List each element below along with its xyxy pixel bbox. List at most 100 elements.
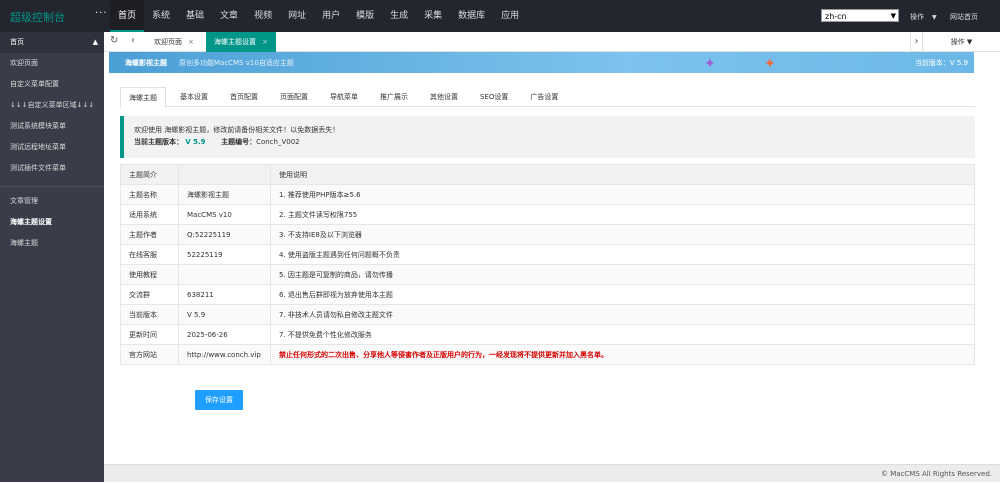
tab-operate-menu[interactable]: 操作 ▼ [922, 32, 1000, 52]
nav-item-generate[interactable]: 生成 [382, 0, 416, 32]
tab-home-config[interactable]: 首页配置 [222, 87, 266, 106]
tab-conch-theme[interactable]: 海螺主题 [120, 87, 166, 108]
sidebar-item-test-plugin[interactable]: 测试插件文件菜单 [0, 158, 104, 179]
sidebar-divider [0, 179, 104, 187]
table-row: 更新时间 2025-06-26 7. 不提供免费个性化修改服务 [120, 324, 975, 345]
nav-item-app[interactable]: 应用 [493, 0, 527, 32]
row-value: 2025-06-26 [178, 324, 271, 345]
row-label: 适用系统 [120, 204, 179, 225]
row-label: 当前版本 [120, 304, 179, 325]
sidebar: 首页 ▲ 欢迎页面 自定义菜单配置 ↓↓↓自定义菜单区域↓↓↓ 测试系统模块菜单… [0, 32, 104, 482]
close-icon[interactable]: × [262, 38, 268, 46]
chevron-right-icon[interactable]: › [910, 32, 922, 52]
sidebar-item-custom-menu[interactable]: 自定义菜单配置 [0, 74, 104, 95]
nav-item-collect[interactable]: 采集 [416, 0, 450, 32]
tab-theme-label: 海螺主题设置 [214, 38, 256, 46]
save-button[interactable]: 保存设置 [195, 390, 243, 410]
banner-subtitle: 原创多功能MacCMS v10自适应主题 [179, 59, 294, 67]
table-row: 官方网站 http://www.conch.vip 禁止任何形式的二次出售、分享他人… [120, 344, 975, 365]
tab-welcome-label: 欢迎页面 [154, 38, 182, 46]
row-note: 3. 不支持IE8及以下浏览器 [270, 224, 975, 245]
row-note: 7. 非技术人员请勿私自修改主题文件 [270, 304, 975, 325]
page-tab-bar: ↻ ‹ 欢迎页面 × 海螺主题设置 × › 操作 ▼ [104, 32, 1000, 52]
nav-item-template[interactable]: 模版 [348, 0, 382, 32]
row-label: 主题名称 [120, 184, 179, 205]
close-icon[interactable]: × [188, 38, 194, 46]
row-value: 海螺影视主题 [178, 184, 271, 205]
nav-item-user[interactable]: 用户 [314, 0, 348, 32]
row-label: 主题作者 [120, 224, 179, 245]
language-select[interactable]: zh-cn ▼ [821, 9, 899, 22]
sidebar-item-welcome[interactable]: 欢迎页面 [0, 53, 104, 74]
site-home-link[interactable]: 网站首页 [950, 12, 978, 22]
tab-theme-settings[interactable]: 海螺主题设置 × [206, 32, 276, 52]
header-blank [178, 164, 271, 185]
sidebar-item-theme-settings[interactable]: 海螺主题设置 [0, 212, 104, 233]
tab-page-config[interactable]: 页面配置 [272, 87, 316, 106]
tab-nav-menu[interactable]: 导航菜单 [322, 87, 366, 106]
app-logo[interactable]: 超级控制台 [10, 9, 65, 25]
chevron-left-icon[interactable]: ‹ [131, 35, 135, 46]
row-label: 交流群 [120, 284, 179, 305]
tab-promotion[interactable]: 推广展示 [372, 87, 416, 106]
sidebar-head-label: 首页 [10, 38, 24, 46]
table-header-row: 主题简介 使用说明 [120, 164, 975, 185]
tab-welcome[interactable]: 欢迎页面 × [146, 32, 202, 52]
table-row: 适用系统 MacCMS v10 2. 主题文件读写权限755 [120, 204, 975, 225]
row-value: MacCMS v10 [178, 204, 271, 225]
official-site-link[interactable]: http://www.conch.vip [178, 344, 271, 365]
row-label: 在线客服 [120, 244, 179, 265]
theme-info-table: 主题简介 使用说明 主题名称 海螺影视主题 1. 推荐使用PHP版本≥5.6 适用系… [120, 164, 975, 365]
menu-toggle-icon[interactable]: ··· [95, 8, 108, 19]
row-value: Q:52225119 [178, 224, 271, 245]
row-label: 官方网站 [120, 344, 179, 365]
row-label: 更新时间 [120, 324, 179, 345]
sidebar-head[interactable]: 首页 ▲ [0, 32, 104, 53]
theme-banner: 海螺影视主题 原创多功能MacCMS v10自适应主题 ✦ ✦ 当前版本：V 5… [109, 52, 974, 73]
footer-copyright: © MacCMS All Rights Reserved. [104, 464, 1000, 482]
top-nav: 首页 系统 基础 文章 视频 网址 用户 模版 生成 采集 数据库 应用 [110, 0, 527, 32]
table-row: 主题作者 Q:52225119 3. 不支持IE8及以下浏览器 [120, 224, 975, 245]
sidebar-item-article-manage[interactable]: 文章管理 [0, 191, 104, 212]
nav-item-url[interactable]: 网址 [280, 0, 314, 32]
row-value[interactable]: 52225119 [178, 244, 271, 265]
tab-basic-settings[interactable]: 基本设置 [172, 87, 216, 106]
banner-version: 当前版本：V 5.9 [914, 59, 968, 67]
tab-other-settings[interactable]: 其他设置 [422, 87, 466, 106]
caret-up-icon: ▲ [92, 38, 98, 46]
tab-operate-label: 操作 [950, 38, 965, 46]
row-note: 2. 主题文件读写权限755 [270, 204, 975, 225]
butterfly-icon: ✦ [764, 56, 776, 72]
version-label: 当前主题版本： [134, 138, 183, 146]
refresh-icon[interactable]: ↻ [110, 35, 118, 46]
nav-item-database[interactable]: 数据库 [450, 0, 493, 32]
theme-id-value: Conch_V002 [256, 138, 300, 146]
language-select-value: zh-cn [825, 12, 847, 21]
banner-title: 海螺影视主题 [125, 59, 167, 67]
row-label: 使用教程 [120, 264, 179, 285]
top-bar: 超级控制台 ··· 首页 系统 基础 文章 视频 网址 用户 模版 生成 采集 … [0, 0, 1000, 32]
sidebar-item-test-system[interactable]: 测试系统模块菜单 [0, 116, 104, 137]
top-operate-label: 操作 [910, 13, 924, 21]
tab-seo-settings[interactable]: SEO设置 [472, 87, 516, 106]
header-intro: 主题简介 [120, 164, 179, 185]
row-note: 7. 不提供免费个性化修改服务 [270, 324, 975, 345]
sidebar-item-test-remote[interactable]: 测试远程地址菜单 [0, 137, 104, 158]
nav-item-basic[interactable]: 基础 [178, 0, 212, 32]
sidebar-item-theme[interactable]: 海螺主题 [0, 233, 104, 254]
sidebar-item-custom-area[interactable]: ↓↓↓自定义菜单区域↓↓↓ [0, 95, 104, 116]
top-operate-menu[interactable]: 操作 ▼ [910, 12, 937, 22]
butterfly-icon: ✦ [704, 56, 716, 72]
nav-item-video[interactable]: 视频 [246, 0, 280, 32]
version-value: V 5.9 [185, 138, 206, 146]
chevron-down-icon: ▼ [890, 12, 896, 20]
header-usage: 使用说明 [270, 164, 975, 185]
nav-item-system[interactable]: 系统 [144, 0, 178, 32]
row-note: 5. 因主题是可复制的商品，请勿传播 [270, 264, 975, 285]
notice-text: 欢迎使用 海螺影视主题，修改前请备份相关文件！以免数据丢失！ [134, 126, 340, 134]
tab-ad-settings[interactable]: 广告设置 [522, 87, 566, 106]
row-value: 638211 [178, 284, 271, 305]
nav-item-home[interactable]: 首页 [110, 0, 145, 32]
nav-item-article[interactable]: 文章 [212, 0, 246, 32]
theme-id-label: 主题编号： [221, 138, 257, 146]
